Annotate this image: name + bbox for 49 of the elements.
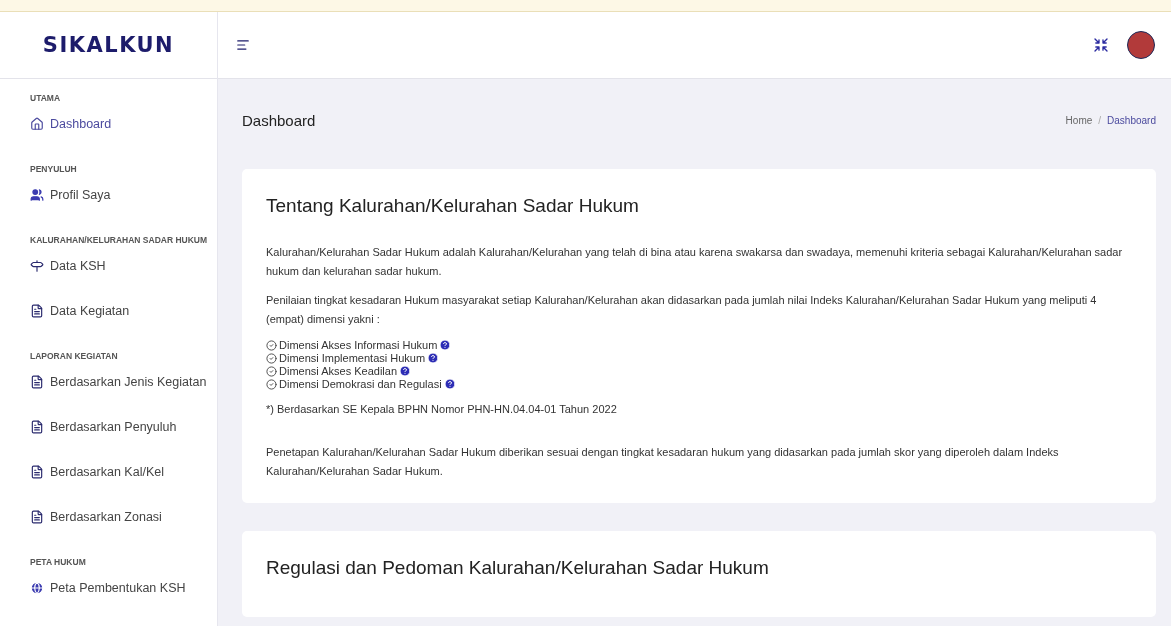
- breadcrumb-link[interactable]: Dashboard: [1107, 114, 1156, 126]
- section-heading: KALURAHAN/KELURAHAN SADAR HUKUM: [30, 235, 209, 245]
- nav-item[interactable]: Berdasarkan Penyuluh: [30, 416, 217, 438]
- document-icon: [30, 375, 44, 389]
- home-icon: [30, 117, 44, 131]
- check-circle-icon: [266, 339, 277, 351]
- document-icon: [30, 304, 44, 318]
- check-circle-icon: [266, 352, 277, 364]
- card-title: Regulasi dan Pedoman Kalurahan/Kelurahan Sadar Hukum: [266, 557, 770, 579]
- nav-item[interactable]: Data Kegiatan: [30, 300, 217, 322]
- breadcrumb-separator: /: [1098, 114, 1102, 126]
- section-heading: LAPORAN KEGIATAN: [30, 351, 119, 361]
- document-icon: [30, 510, 44, 524]
- paragraph: Penetapan Kalurahan/Kelurahan Sadar Hukum diberikan sesuai dengan tingkat kesadaran hukum yang didasarkan pada jumlah skor yang diperoleh dalam Indeks Kalurahan/Kelurahan Sadar Hukum.: [266, 445, 1060, 479]
- shrink-icon[interactable]: [1093, 37, 1109, 53]
- nav-item[interactable]: Data KSH: [30, 255, 217, 277]
- document-icon: [30, 465, 44, 479]
- nav-item[interactable]: Dashboard: [30, 113, 217, 135]
- nav-item[interactable]: Berdasarkan Zonasi: [30, 506, 217, 528]
- help-icon[interactable]: [443, 378, 456, 390]
- users-icon: [30, 188, 44, 202]
- dimension-label: Dimensi Akses Informasi Hukum: [279, 339, 438, 351]
- nav-item[interactable]: Berdasarkan Kal/Kel: [30, 461, 217, 483]
- nav-item[interactable]: Profil Saya: [30, 184, 217, 206]
- section-heading: PENYULUH: [30, 164, 78, 174]
- help-icon[interactable]: [439, 339, 452, 351]
- check-circle-icon: [266, 378, 277, 390]
- avatar[interactable]: [1127, 31, 1155, 59]
- logo[interactable]: SIKALKUN: [42, 33, 175, 57]
- card-title: Tentang Kalurahan/Kelurahan Sadar Hukum: [266, 195, 640, 217]
- footnote: *) Berdasarkan SE Kepala BPHN Nomor PHN-HN.04.04-01 Tahun 2022: [266, 402, 618, 417]
- nav-item[interactable]: Berdasarkan Jenis Kegiatan: [30, 371, 217, 393]
- document-icon: [30, 420, 44, 434]
- page-title: Dashboard: [242, 111, 316, 129]
- section-heading: PETA HUKUM: [30, 557, 87, 567]
- help-icon[interactable]: [399, 365, 411, 377]
- help-icon[interactable]: [427, 352, 440, 364]
- dimension-label: Dimensi Demokrasi dan Regulasi: [279, 378, 442, 390]
- breadcrumb-link[interactable]: Home: [1065, 114, 1093, 126]
- section-heading: UTAMA: [30, 93, 62, 103]
- menu-icon[interactable]: [236, 38, 250, 52]
- check-circle-icon: [266, 365, 277, 377]
- dimension-label: Dimensi Implementasi Hukum: [279, 352, 426, 364]
- paragraph: Penilaian tingkat kesadaran Hukum masyarakat setiap Kalurahan/Kelurahan akan didasarkan pada jumlah nilai Indeks Kalurahan/Kelurahan Sadar Hukum yang meliputi 4 (empat) dimensi yakni :: [266, 293, 1098, 327]
- signpost-icon: [30, 259, 44, 273]
- dimension-label: Dimensi Akses Keadilan: [279, 365, 397, 377]
- paragraph: Kalurahan/Kelurahan Sadar Hukum adalah Kalurahan/Kelurahan yang telah di bina atau karena swakarsa dan swadaya, memenuhi kriteria sebagai Kalurahan/Kelurahan sadar hukum dan kelurahan sadar hukum.: [266, 245, 1124, 279]
- globe-icon: [30, 581, 44, 595]
- nav-item[interactable]: Peta Pembentukan KSH: [30, 577, 217, 599]
